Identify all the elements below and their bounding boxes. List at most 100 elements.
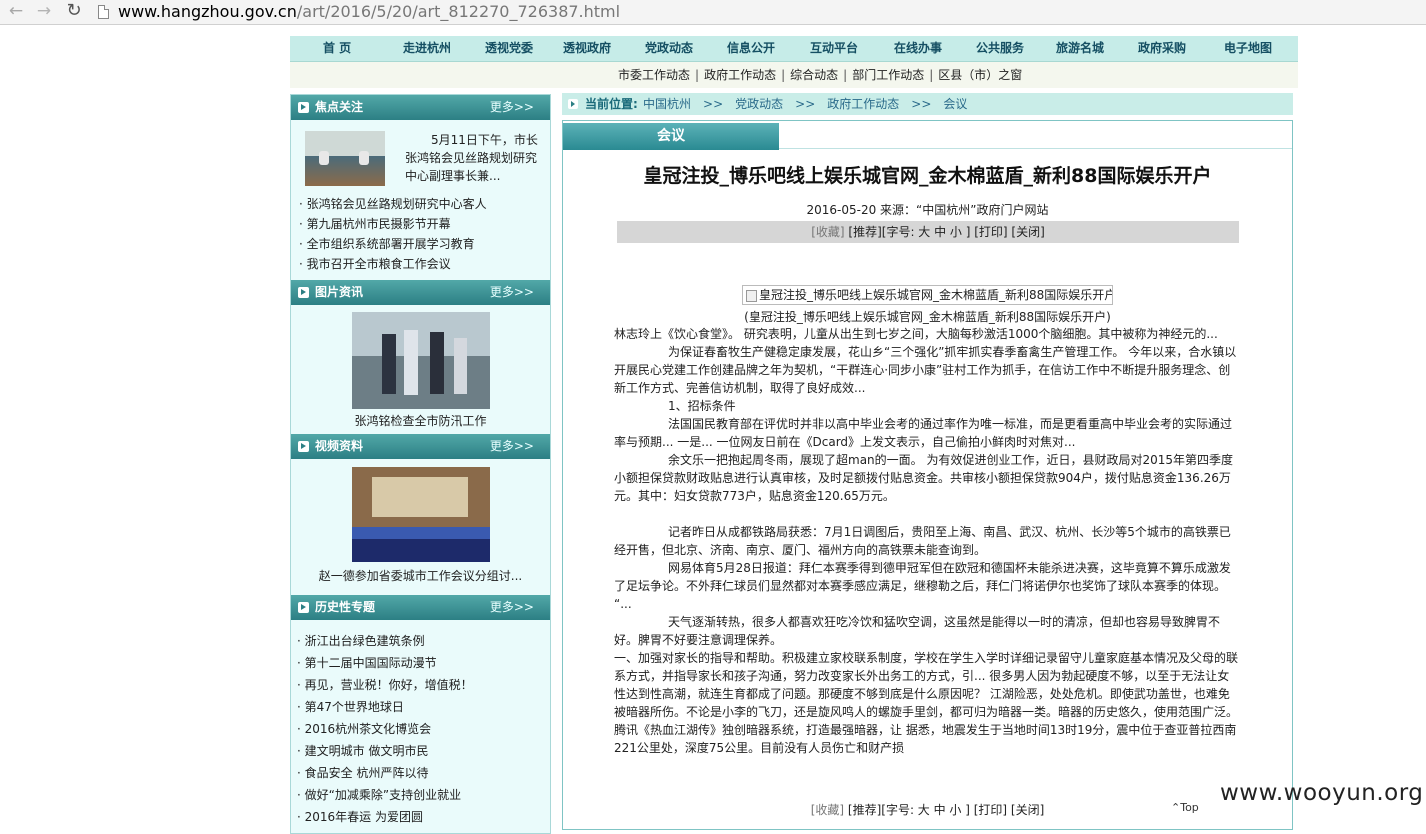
nav-item[interactable]: 在线办事	[894, 36, 942, 61]
paragraph: 天气逐渐转热，很多人都喜欢狂吃冷饮和猛吹空调，这虽然是能得以一时的清凉，但却也容…	[614, 615, 1221, 647]
list-item[interactable]: 第九届杭州市民摄影节开幕	[299, 214, 487, 234]
breadcrumb-item[interactable]: 党政动态	[735, 97, 783, 111]
back-arrow-icon[interactable]: ←	[6, 1, 26, 21]
list-item[interactable]: 2016杭州茶文化博览会	[297, 718, 473, 740]
address-bar[interactable]: www.hangzhou.gov.cn/art/2016/5/20/art_81…	[94, 0, 1414, 24]
sub-nav-item[interactable]: 政府工作动态	[704, 68, 776, 82]
article-body: 林志玲上《饮心食堂》。 研究表明，儿童从出生到七岁之间，大脑每秒激活1000个脑…	[614, 325, 1240, 757]
paragraph: 法国国民教育部在评优时并非以高中毕业会考的通过率作为唯一标准，而是更看重高中毕业…	[614, 417, 1233, 449]
paragraph: 为保证春畜牧生产健稳定康发展，花山乡“三个强化”抓牢抓实春季畜禽生产管理工作。 …	[614, 345, 1237, 395]
sub-nav-item[interactable]: 市委工作动态	[618, 68, 690, 82]
nav-item[interactable]: 走进杭州	[403, 36, 451, 61]
image-caption: (皇冠注投_博乐吧线上娱乐城官网_金木棉蓝盾_新利88国际娱乐开户)	[744, 310, 1111, 324]
nav-item[interactable]: 透视党委	[485, 36, 533, 61]
sidebar: 焦点关注 更多>> 5月11日下午，市长张鸿铭会见丝路规划研究中心副理事长兼..…	[290, 94, 551, 834]
up-caret-icon: ⌃	[1171, 801, 1181, 814]
nav-item[interactable]: 信息公开	[727, 36, 775, 61]
divider	[779, 148, 1292, 149]
paragraph: 记者昨日从成都铁路局获悉：7月1日调图后，贵阳至上海、南昌、武汉、杭州、长沙等5…	[614, 525, 1231, 557]
paragraph: 林志玲上《饮心食堂》。 研究表明，儿童从出生到七岁之间，大脑每秒激活1000个脑…	[614, 327, 1218, 341]
sub-nav-item[interactable]: 区县（市）之窗	[938, 68, 1022, 82]
nav-item[interactable]: 首 页	[323, 36, 351, 61]
video-caption[interactable]: 赵一德参加省委城市工作会议分组讨...	[291, 567, 550, 584]
breadcrumb-item[interactable]: 会议	[943, 97, 967, 111]
focus-lead-text[interactable]: 5月11日下午，市长张鸿铭会见丝路规划研究中心副理事长兼...	[405, 131, 541, 185]
arrow-bullet-icon	[298, 287, 309, 298]
divider: |	[781, 68, 786, 82]
more-link[interactable]: 更多>>	[490, 595, 534, 620]
focus-news-list: 张鸿铭会见丝路规划研究中心客人 第九届杭州市民摄影节开幕 全市组织系统部署开展学…	[299, 194, 487, 274]
breadcrumb-separator: >>	[703, 97, 724, 111]
arrow-bullet-icon	[298, 441, 309, 452]
nav-item[interactable]: 公共服务	[976, 36, 1024, 61]
more-link[interactable]: 更多>>	[490, 95, 534, 120]
more-link[interactable]: 更多>>	[490, 280, 534, 305]
breadcrumb-item[interactable]: 中国杭州	[643, 97, 691, 111]
section-title: 历史性专题	[315, 600, 376, 614]
section-title: 视频资料	[315, 439, 364, 453]
history-list: 浙江出台绿色建筑条例 第十二届中国国际动漫节 再见，营业税！你好，增值税！ 第4…	[297, 630, 473, 828]
list-item[interactable]: 食品安全 杭州严阵以待	[297, 762, 473, 784]
video-thumbnail[interactable]	[352, 467, 490, 562]
forward-arrow-icon[interactable]: →	[34, 1, 54, 21]
list-item[interactable]: 第十二届中国国际动漫节	[297, 652, 473, 674]
photo-section-header: 图片资讯 更多>>	[291, 280, 550, 305]
focus-section-header: 焦点关注 更多>>	[291, 95, 550, 120]
divider: |	[695, 68, 700, 82]
nav-item[interactable]: 旅游名城	[1056, 36, 1104, 61]
watermark: www.wooyun.org	[1220, 780, 1424, 806]
sub-nav-item[interactable]: 部门工作动态	[852, 68, 924, 82]
nav-item[interactable]: 党政动态	[645, 36, 693, 61]
back-to-top-link[interactable]: ⌃Top	[1171, 801, 1199, 814]
url-text[interactable]: www.hangzhou.gov.cn/art/2016/5/20/art_81…	[118, 1, 620, 22]
list-item[interactable]: 浙江出台绿色建筑条例	[297, 630, 473, 652]
browser-toolbar: ← → ↻ www.hangzhou.gov.cn/art/2016/5/20/…	[0, 0, 1426, 25]
list-item[interactable]: 我市召开全市粮食工作会议	[299, 254, 487, 274]
divider: |	[843, 68, 848, 82]
broken-image: 皇冠注投_博乐吧线上娱乐城官网_金木棉蓝盾_新利88国际娱乐开户	[742, 285, 1113, 305]
sub-navigation: 市委工作动态 | 政府工作动态 | 综合动态 | 部门工作动态 | 区县（市）之窗	[290, 62, 1298, 88]
breadcrumb-label: 当前位置:	[585, 97, 638, 111]
list-item[interactable]: 再见，营业税！你好，增值税！	[297, 674, 473, 696]
nav-item[interactable]: 透视政府	[563, 36, 611, 61]
breadcrumb-separator: >>	[795, 97, 816, 111]
more-link[interactable]: 更多>>	[490, 434, 534, 459]
list-item[interactable]: 张鸿铭会见丝路规划研究中心客人	[299, 194, 487, 214]
arrow-bullet-icon	[298, 602, 309, 613]
tools-links[interactable]: [推荐][字号: 大 中 小 ] [打印] [关闭]	[844, 803, 1044, 817]
breadcrumb: 当前位置: 中国杭州 >> 党政动态 >> 政府工作动态 >> 会议	[562, 93, 1293, 115]
list-item[interactable]: 第47个世界地球日	[297, 696, 473, 718]
category-tab: 会议	[563, 123, 779, 150]
list-item[interactable]: 做好“加减乘除”支持创业就业	[297, 784, 473, 806]
nav-item[interactable]: 电子地图	[1224, 36, 1272, 61]
favorite-link[interactable]: [收藏]	[811, 803, 844, 817]
paragraph: 一、加强对家长的指导和帮助。积极建立家校联系制度，学校在学生入学时详细记录留守儿…	[614, 651, 1239, 755]
nav-item[interactable]: 政府采购	[1138, 36, 1186, 61]
favorite-link[interactable]: [收藏]	[811, 225, 844, 239]
paragraph: 1、招标条件	[668, 399, 736, 413]
photo-thumbnail[interactable]	[352, 312, 490, 409]
video-section-header: 视频资料 更多>>	[291, 434, 550, 459]
history-section-header: 历史性专题 更多>>	[291, 595, 550, 620]
reload-icon[interactable]: ↻	[64, 1, 84, 21]
nav-item[interactable]: 互动平台	[810, 36, 858, 61]
photo-caption[interactable]: 张鸿铭检查全市防汛工作	[291, 412, 550, 429]
breadcrumb-separator: >>	[911, 97, 932, 111]
tools-links[interactable]: [推荐][字号: 大 中 小 ] [打印] [关闭]	[845, 225, 1044, 239]
article-title: 皇冠注投_博乐吧线上娱乐城官网_金木棉蓝盾_新利88国际娱乐开户	[643, 165, 1212, 187]
focus-thumbnail[interactable]	[305, 131, 385, 186]
breadcrumb-item[interactable]: 政府工作动态	[827, 97, 899, 111]
paragraph: 网易体育5月28日报道：拜仁本赛季得到德甲冠军但在欧冠和德国杯未能杀进决赛，这毕…	[614, 561, 1231, 611]
list-item[interactable]: 2016年春运 为爱团圆	[297, 806, 473, 828]
sub-nav-item[interactable]: 综合动态	[790, 68, 838, 82]
arrow-bullet-icon	[568, 99, 578, 109]
list-item[interactable]: 全市组织系统部署开展学习教育	[299, 234, 487, 254]
section-title: 焦点关注	[315, 100, 364, 114]
article-tools: [收藏] [推荐][字号: 大 中 小 ] [打印] [关闭]	[617, 221, 1239, 243]
list-item[interactable]: 建文明城市 做文明市民	[297, 740, 473, 762]
divider: |	[929, 68, 934, 82]
paragraph: 余文乐一把抱起周冬雨，展现了超man的一面。 为有效促进创业工作，近日，县财政局…	[614, 453, 1234, 503]
article-panel: 会议 皇冠注投_博乐吧线上娱乐城官网_金木棉蓝盾_新利88国际娱乐开户 2016…	[562, 120, 1293, 830]
section-title: 图片资讯	[315, 285, 364, 299]
main-navigation: 首 页 走进杭州 透视党委 透视政府 党政动态 信息公开 互动平台 在线办事 公…	[290, 36, 1298, 62]
